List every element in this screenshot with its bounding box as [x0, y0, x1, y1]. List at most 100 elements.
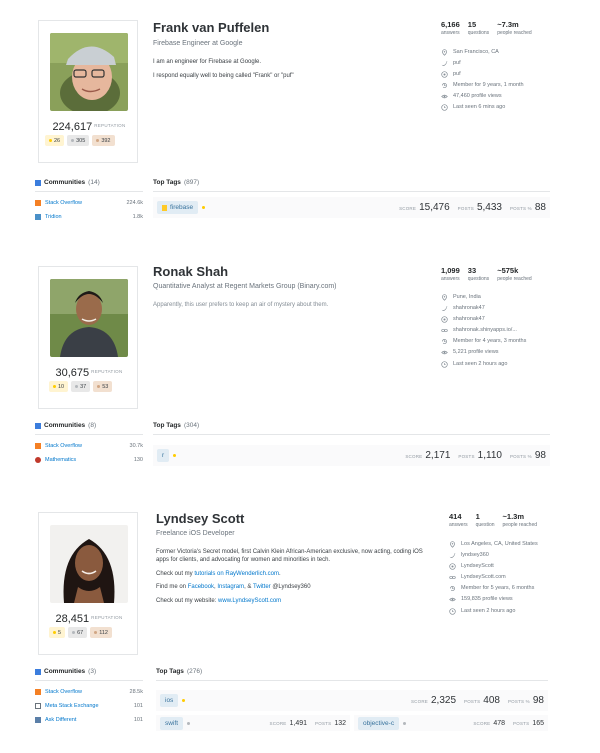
meta-github[interactable]: LyndseyScott	[449, 563, 544, 570]
community-rep: 130	[133, 457, 143, 463]
bronze-badge[interactable]: 112	[90, 627, 112, 638]
badge-counts: 10 37 53	[49, 381, 113, 392]
reputation: 224,617 REPUTATION	[39, 117, 139, 135]
avatar[interactable]	[50, 525, 128, 603]
silver-badge[interactable]: 67	[68, 627, 88, 638]
communities-header[interactable]: Communities (8)	[35, 422, 143, 429]
gold-badge[interactable]: 26	[45, 135, 65, 146]
avatar[interactable]	[50, 279, 128, 357]
communities-header[interactable]: Communities (14)	[35, 179, 143, 186]
tag-objective-c[interactable]: objective-c	[358, 716, 400, 730]
meta-twitter[interactable]: shahronak47	[441, 305, 561, 312]
meta-website[interactable]: shahronak.shinyapps.io/...	[441, 327, 561, 334]
posts-label: POSTS	[513, 720, 530, 726]
user-stats: 6,166 answers 15 questions ~7.3m people rea…	[441, 20, 532, 36]
community-item[interactable]: Stack Overflow 28.5k	[35, 689, 143, 695]
top-tags-header[interactable]: Top Tags (304)	[153, 422, 550, 429]
badge-counts: 26 305 392	[45, 135, 115, 146]
website-text: LyndseyScott.com	[461, 574, 506, 581]
tag-firebase[interactable]: firebase	[157, 201, 199, 214]
user-name[interactable]: Ronak Shah	[153, 264, 228, 279]
silver-badge[interactable]: 305	[67, 135, 90, 146]
answers-count: 414	[449, 512, 462, 521]
twitter-link[interactable]: Twitter	[253, 584, 271, 590]
views-text: 5,221 profile views	[453, 349, 499, 356]
meta-location: Los Angeles, CA, United States	[449, 541, 544, 548]
top-tags: Top Tags (276) ios SCORE 2,325 POSTS 408 PO…	[156, 668, 548, 731]
gold-badge[interactable]: 5	[49, 627, 66, 638]
tutorials-link[interactable]: tutorials on RayWenderlich.com	[194, 571, 279, 577]
community-name: Stack Overflow	[45, 200, 82, 206]
gold-badge[interactable]: 10	[49, 381, 69, 392]
reached-label: people reached	[497, 276, 532, 282]
score-label: SCORE	[410, 699, 428, 704]
score-value: 478	[493, 719, 506, 727]
avatar[interactable]	[50, 33, 128, 111]
bio-text: Find me on	[156, 584, 187, 590]
meta-location: Pune, India	[441, 294, 561, 301]
tag-swift[interactable]: swift	[160, 716, 183, 730]
reputation-value: 30,675	[55, 367, 90, 379]
community-item[interactable]: Stack Overflow 224.6k	[35, 200, 143, 206]
reached-stat: ~1.3m people reached	[503, 512, 537, 528]
meta-twitter[interactable]: puf	[441, 60, 561, 67]
github-icon	[449, 563, 456, 570]
stack-exchange-icon	[35, 179, 41, 186]
divider	[35, 680, 143, 681]
github-text: LyndseyScott	[461, 563, 494, 570]
silver-badge-count: 305	[76, 137, 86, 144]
tag-ios[interactable]: ios	[160, 694, 179, 707]
top-tags-title: Top Tags	[156, 668, 184, 675]
posts-value: 165	[532, 719, 544, 727]
posts-value: 1,110	[477, 450, 502, 461]
meta-website[interactable]: LyndseyScott.com	[449, 574, 544, 581]
meta-views: 5,221 profile views	[441, 349, 561, 356]
badge-counts: 5 67 112	[49, 627, 112, 638]
top-tags-header[interactable]: Top Tags (276)	[156, 668, 548, 675]
twitter-text: puf	[453, 60, 461, 67]
questions-stat[interactable]: 1 question	[476, 512, 495, 528]
instagram-link[interactable]: Instagram	[217, 584, 244, 590]
user-name[interactable]: Lyndsey Scott	[156, 511, 244, 526]
answers-stat[interactable]: 414 answers	[449, 512, 468, 528]
score-value: 2,171	[425, 450, 451, 461]
questions-count: 33	[467, 266, 477, 275]
community-name: Tridion	[45, 214, 62, 220]
silver-badge[interactable]: 37	[71, 381, 91, 392]
bio-text: Check out my website:	[156, 597, 217, 604]
answers-stat[interactable]: 6,166 answers	[441, 20, 460, 36]
communities-header[interactable]: Communities (3)	[35, 668, 143, 675]
community-item[interactable]: Mathematics 130	[35, 457, 143, 463]
tag-r[interactable]: r	[157, 449, 170, 462]
questions-stat[interactable]: 15 questions	[468, 20, 489, 36]
reputation: 30,675 REPUTATION	[39, 363, 139, 381]
reputation-value: 28,451	[55, 613, 90, 625]
score-label: SCORE	[473, 720, 491, 726]
bio-website: Check out my website: www.LyndseyScott.c…	[156, 597, 424, 605]
facebook-link[interactable]: Facebook	[188, 584, 214, 590]
communities: Communities (8) Stack Overflow 30.7k Mathe…	[35, 422, 143, 463]
meta-github[interactable]: shahronak47	[441, 316, 561, 323]
github-text: puf	[453, 71, 461, 78]
link-icon	[441, 329, 448, 333]
meta-twitter[interactable]: lyndsey360	[449, 552, 544, 559]
reached-count: ~7.3m	[497, 20, 519, 29]
tag-name: ios	[165, 697, 174, 704]
user-name[interactable]: Frank van Puffelen	[153, 20, 269, 35]
community-item[interactable]: Meta Stack Exchange 101	[35, 703, 143, 709]
community-item[interactable]: Ask Different 101	[35, 717, 143, 723]
meta-seen: Last seen 2 hours ago	[449, 608, 544, 615]
community-item[interactable]: Tridion 1.8k	[35, 214, 143, 220]
eye-icon	[441, 351, 448, 355]
meta-github[interactable]: puf	[441, 71, 561, 78]
bronze-badge[interactable]: 392	[92, 135, 115, 146]
top-tags-header[interactable]: Top Tags (897)	[153, 179, 550, 186]
communities: Communities (14) Stack Overflow 224.6k Tri…	[35, 179, 143, 220]
website-link[interactable]: www.LyndseyScott.com	[218, 598, 281, 604]
community-name: Stack Overflow	[45, 689, 82, 695]
questions-stat[interactable]: 33 questions	[468, 266, 489, 282]
community-item[interactable]: Stack Overflow 30.7k	[35, 443, 143, 449]
answers-stat[interactable]: 1,099 answers	[441, 266, 460, 282]
bronze-badge[interactable]: 53	[93, 381, 113, 392]
tag-row: swift SCORE 1,491 POSTS 132	[156, 715, 350, 731]
